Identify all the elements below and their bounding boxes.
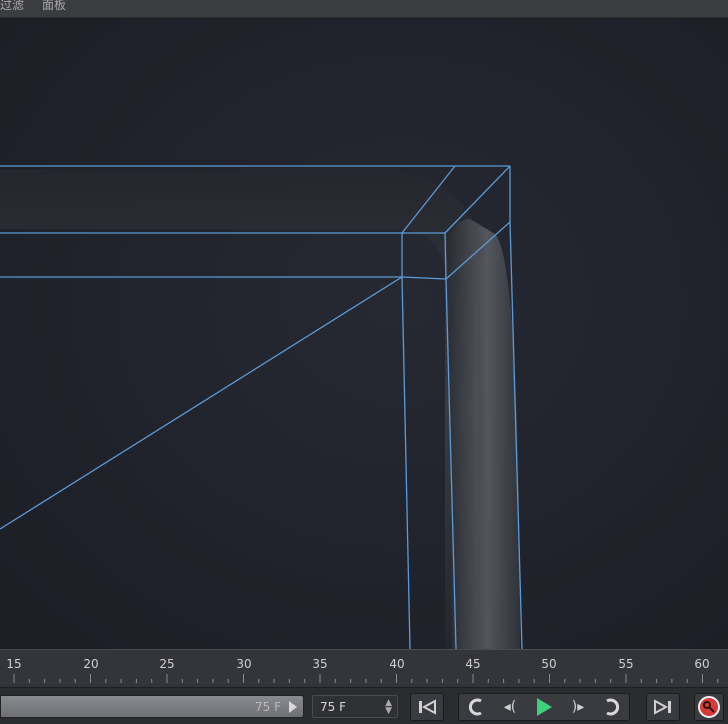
go-to-start-button[interactable] [410,693,444,721]
menu-filter[interactable]: 过滤 [0,0,24,11]
step-forward-icon: )▸ [571,699,585,715]
3d-viewport[interactable] [0,19,728,649]
menu-panel[interactable]: 面板 [42,0,66,11]
record-button[interactable] [694,693,724,721]
skip-end-icon [654,699,671,715]
menu-bar: 过滤 面板 [0,0,728,18]
transport-bar: 75 F 75 F ▲ ▼ ◂( )▸ [0,687,728,724]
step-back-button[interactable]: ◂( [493,694,527,720]
ruler-ticks [13,674,719,683]
previous-key-button[interactable] [459,694,493,720]
current-frame-field[interactable]: 75 F ▲ ▼ [312,695,398,718]
step-forward-button[interactable]: )▸ [561,694,595,720]
current-frame-value: 75 F [320,700,346,714]
previous-key-icon [468,698,482,716]
range-arrow-icon[interactable] [289,701,297,713]
play-forward-button[interactable] [527,694,561,720]
next-key-button[interactable] [595,694,629,720]
viewport-background [0,19,728,649]
frame-spinner-icon[interactable]: ▲ ▼ [385,699,392,716]
step-back-icon: ◂( [503,699,517,715]
record-key-icon [698,696,720,718]
go-to-end-button[interactable] [646,693,680,721]
playback-controls: ◂( )▸ [458,693,630,721]
range-end-label: 75 F [255,700,281,714]
preview-range-slider[interactable]: 75 F [0,695,304,718]
next-key-icon [606,698,620,716]
viewport-canvas [0,19,728,649]
play-icon [536,698,552,716]
skip-start-icon [419,699,436,715]
timeline-ruler[interactable]: 15 20 25 30 35 40 45 50 55 60 [0,649,728,687]
